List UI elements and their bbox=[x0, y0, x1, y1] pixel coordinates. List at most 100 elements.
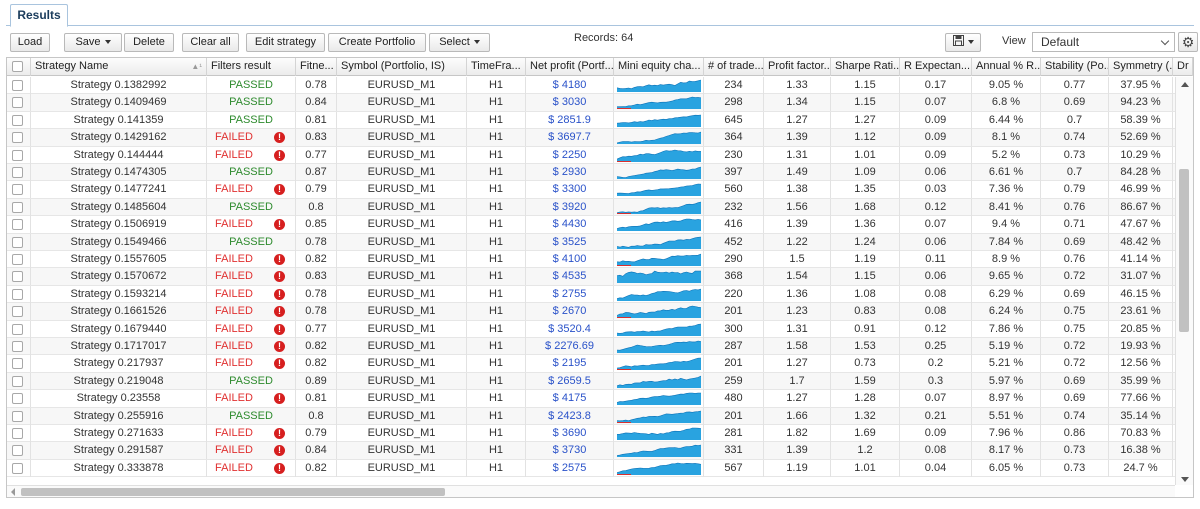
table-row[interactable]: Strategy 0.1409469 PASSED 0.84 EURUSD_M1 H1 $… bbox=[7, 94, 1175, 112]
row-checkbox[interactable] bbox=[12, 445, 23, 457]
table-row[interactable]: Strategy 0.1382992 PASSED 0.78 EURUSD_M1 H1 $… bbox=[7, 77, 1175, 95]
clear-all-button[interactable]: Clear all bbox=[182, 33, 239, 52]
error-icon[interactable]: ! bbox=[274, 184, 285, 196]
column-header[interactable]: Profit factor... bbox=[764, 58, 831, 76]
row-checkbox[interactable] bbox=[12, 236, 23, 248]
error-icon[interactable]: ! bbox=[274, 132, 285, 144]
delete-button[interactable]: Delete bbox=[124, 33, 174, 52]
table-row[interactable]: Strategy 0.1485604 PASSED 0.8 EURUSD_M1 H1 $ … bbox=[7, 198, 1175, 217]
row-checkbox[interactable] bbox=[12, 97, 23, 109]
scroll-left-icon[interactable] bbox=[11, 488, 15, 496]
sharpe-ratio-cell: 1.59 bbox=[831, 372, 900, 390]
column-header[interactable]: TimeFra... bbox=[467, 58, 526, 76]
error-icon[interactable]: ! bbox=[274, 288, 285, 300]
save-button[interactable]: Save bbox=[64, 33, 122, 52]
table-row[interactable]: Strategy 0.1661526 FAILED! 0.78 EURUSD_M1 H1… bbox=[7, 303, 1175, 321]
scroll-up-icon[interactable] bbox=[1181, 82, 1189, 87]
error-icon[interactable]: ! bbox=[274, 462, 285, 474]
gear-icon[interactable]: ⚙ bbox=[1178, 32, 1198, 52]
row-checkbox[interactable] bbox=[12, 410, 23, 422]
error-icon[interactable]: ! bbox=[274, 428, 285, 439]
row-checkbox[interactable] bbox=[12, 201, 23, 213]
row-checkbox[interactable] bbox=[12, 323, 23, 335]
error-icon[interactable]: ! bbox=[274, 219, 285, 231]
error-icon[interactable]: ! bbox=[274, 271, 285, 283]
row-checkbox[interactable] bbox=[12, 254, 23, 265]
column-header[interactable]: Strategy Name ▲¹ bbox=[31, 58, 207, 76]
row-checkbox[interactable] bbox=[12, 219, 23, 231]
error-icon[interactable]: ! bbox=[274, 254, 285, 265]
row-checkbox[interactable] bbox=[12, 358, 23, 370]
table-row[interactable]: Strategy 0.219048 PASSED 0.89 EURUSD_M1 H1 $ … bbox=[7, 372, 1175, 391]
vertical-scrollbar[interactable] bbox=[1175, 77, 1193, 485]
column-header[interactable]: Filters result bbox=[207, 58, 296, 76]
row-checkbox[interactable] bbox=[12, 393, 23, 405]
scroll-down-icon[interactable] bbox=[1181, 477, 1189, 482]
table-row[interactable]: Strategy 0.1477241 FAILED! 0.79 EURUSD_M1 H1… bbox=[7, 181, 1175, 199]
row-checkbox[interactable] bbox=[12, 149, 23, 161]
row-checkbox[interactable] bbox=[12, 184, 23, 196]
table-row[interactable]: Strategy 0.1549466 PASSED 0.78 EURUSD_M1 H1 $… bbox=[7, 233, 1175, 251]
column-header[interactable]: Symmetry (... bbox=[1109, 58, 1173, 76]
row-select-cell bbox=[7, 164, 31, 181]
row-checkbox[interactable] bbox=[12, 80, 23, 91]
row-checkbox[interactable] bbox=[12, 428, 23, 439]
error-icon[interactable]: ! bbox=[274, 341, 285, 352]
horizontal-scrollbar[interactable] bbox=[7, 485, 1175, 497]
table-row[interactable]: Strategy 0.291587 FAILED! 0.84 EURUSD_M1 H1 $… bbox=[7, 442, 1175, 460]
row-checkbox[interactable] bbox=[12, 341, 23, 352]
table-row[interactable]: Strategy 0.144444 FAILED! 0.77 EURUSD_M1 H1 $… bbox=[7, 146, 1175, 164]
error-icon[interactable]: ! bbox=[274, 149, 285, 161]
mini-equity-cell bbox=[614, 233, 704, 251]
row-checkbox[interactable] bbox=[12, 132, 23, 144]
timeframe-cell: H1 bbox=[467, 425, 526, 442]
tab-results[interactable]: Results bbox=[10, 4, 68, 27]
column-header[interactable]: Fitne... bbox=[296, 58, 337, 76]
error-icon[interactable]: ! bbox=[274, 323, 285, 335]
column-header[interactable]: Dr bbox=[1173, 58, 1193, 76]
table-row[interactable]: Strategy 0.1474305 PASSED 0.87 EURUSD_M1 H1 $… bbox=[7, 164, 1175, 182]
horizontal-scroll-thumb[interactable] bbox=[21, 488, 445, 496]
column-header[interactable]: Sharpe Rati... bbox=[831, 58, 900, 76]
save-layout-button[interactable] bbox=[945, 33, 981, 52]
table-row[interactable]: Strategy 0.1679440 FAILED! 0.77 EURUSD_M1 H1… bbox=[7, 320, 1175, 338]
select-button[interactable]: Select bbox=[429, 33, 490, 52]
row-checkbox[interactable] bbox=[12, 271, 23, 283]
select-all-checkbox[interactable] bbox=[12, 61, 23, 72]
row-checkbox[interactable] bbox=[12, 462, 23, 474]
column-header[interactable]: Mini equity cha... bbox=[614, 58, 704, 76]
column-header[interactable]: Net profit (Portf... bbox=[526, 58, 614, 76]
table-row[interactable]: Strategy 0.1593214 FAILED! 0.78 EURUSD_M1 H1… bbox=[7, 285, 1175, 304]
error-icon[interactable]: ! bbox=[274, 306, 285, 318]
table-row[interactable]: Strategy 0.141359 PASSED 0.81 EURUSD_M1 H1 $ … bbox=[7, 111, 1175, 130]
table-row[interactable]: Strategy 0.255916 PASSED 0.8 EURUSD_M1 H1 $ 2… bbox=[7, 407, 1175, 425]
create-portfolio-button[interactable]: Create Portfolio bbox=[328, 33, 426, 52]
column-header[interactable]: Annual % R... bbox=[972, 58, 1041, 76]
table-row[interactable]: Strategy 0.1717017 FAILED! 0.82 EURUSD_M1 H1… bbox=[7, 338, 1175, 356]
table-row[interactable]: Strategy 0.1570672 FAILED! 0.83 EURUSD_M1 H1… bbox=[7, 268, 1175, 286]
load-button[interactable]: Load bbox=[10, 33, 50, 52]
view-select[interactable]: Default bbox=[1032, 32, 1175, 52]
table-row[interactable]: Strategy 0.1506919 FAILED! 0.85 EURUSD_M1 H1… bbox=[7, 216, 1175, 234]
error-icon[interactable]: ! bbox=[274, 358, 285, 370]
row-checkbox[interactable] bbox=[12, 114, 23, 126]
row-checkbox[interactable] bbox=[12, 375, 23, 387]
column-header[interactable]: Symbol (Portfolio, IS) bbox=[337, 58, 467, 76]
vertical-scroll-thumb[interactable] bbox=[1179, 169, 1189, 332]
row-checkbox[interactable] bbox=[12, 288, 23, 300]
error-icon[interactable]: ! bbox=[274, 445, 285, 457]
table-row[interactable]: Strategy 0.23558 FAILED! 0.81 EURUSD_M1 H1 $ … bbox=[7, 390, 1175, 408]
row-checkbox[interactable] bbox=[12, 167, 23, 178]
column-header[interactable]: # of trade... bbox=[704, 58, 764, 76]
table-row[interactable]: Strategy 0.217937 FAILED! 0.82 EURUSD_M1 H1 $… bbox=[7, 355, 1175, 373]
column-header[interactable]: Stability (Po... bbox=[1041, 58, 1109, 76]
error-icon[interactable]: ! bbox=[274, 393, 285, 405]
edit-strategy-button[interactable]: Edit strategy bbox=[246, 33, 325, 52]
row-checkbox[interactable] bbox=[12, 306, 23, 318]
table-row[interactable]: Strategy 0.333878 FAILED! 0.82 EURUSD_M1 H1 $… bbox=[7, 459, 1175, 478]
strategy-name-cell: Strategy 0.1409469 bbox=[31, 94, 207, 112]
table-row[interactable]: Strategy 0.1557605 FAILED! 0.82 EURUSD_M1 H1… bbox=[7, 251, 1175, 269]
table-row[interactable]: Strategy 0.1429162 FAILED! 0.83 EURUSD_M1 H1… bbox=[7, 129, 1175, 147]
column-header[interactable]: R Expectan... bbox=[900, 58, 972, 76]
table-row[interactable]: Strategy 0.271633 FAILED! 0.79 EURUSD_M1 H1 $… bbox=[7, 425, 1175, 443]
